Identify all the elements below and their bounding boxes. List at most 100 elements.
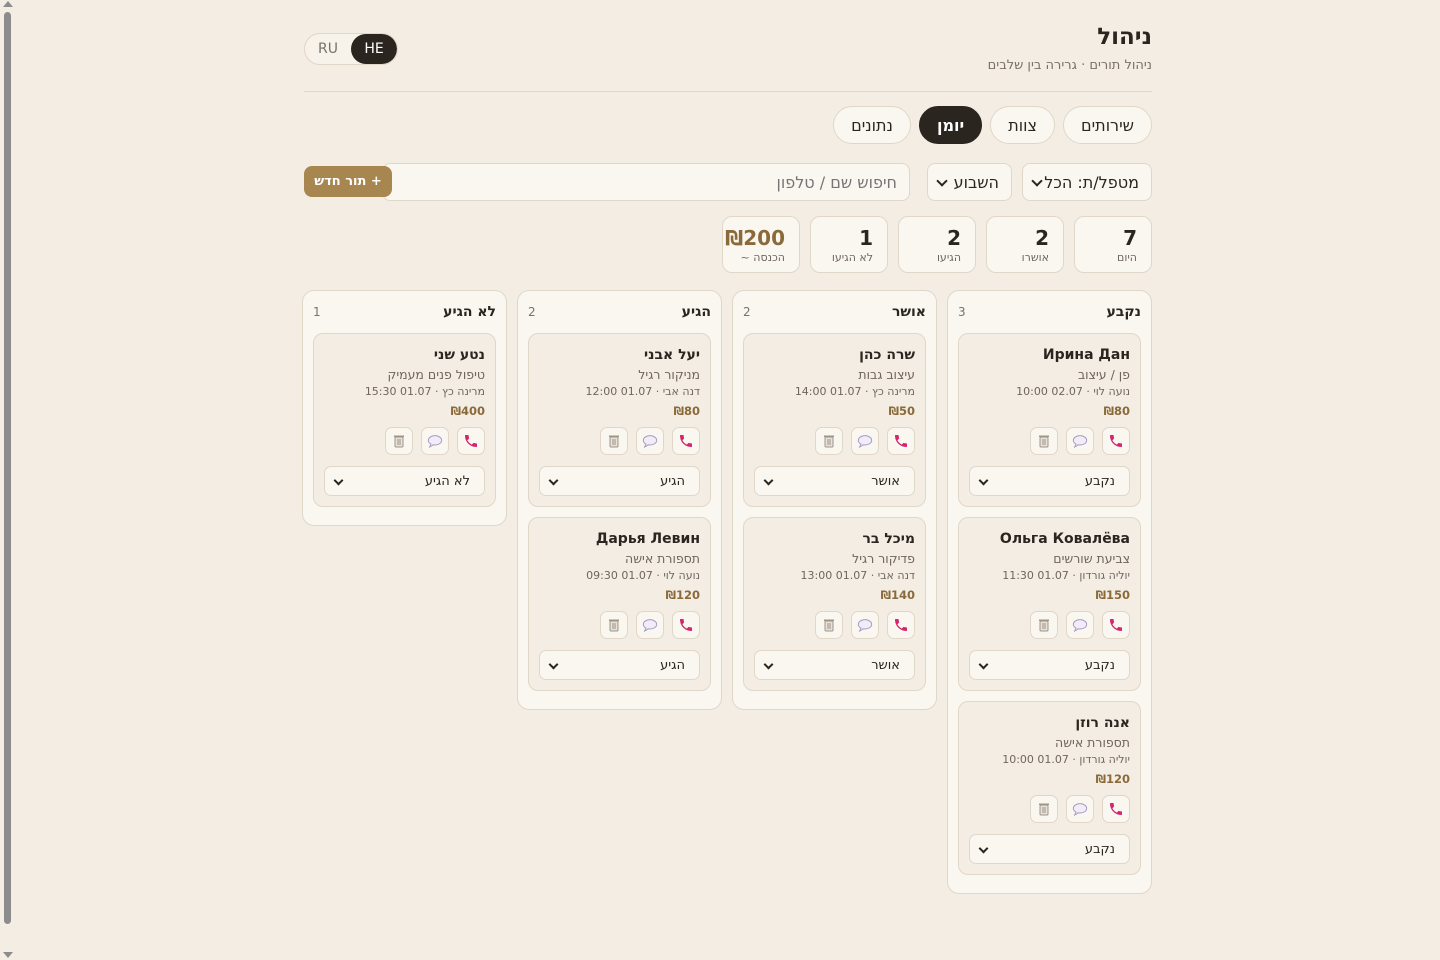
- phone-icon[interactable]: [887, 427, 915, 455]
- chat-bubble-icon[interactable]: [1066, 795, 1094, 823]
- trash-icon[interactable]: [1030, 427, 1058, 455]
- phone-icon[interactable]: [887, 611, 915, 639]
- trash-icon[interactable]: [815, 427, 843, 455]
- card-actions: [969, 611, 1130, 639]
- status-select[interactable]: נקבע: [969, 834, 1130, 864]
- page-scrollbar[interactable]: [0, 0, 16, 960]
- appointment-card[interactable]: Ольга Ковалёва צביעת שורשים יוליה גורדון ·…: [958, 517, 1141, 691]
- tab-calendar[interactable]: יומן: [918, 106, 983, 144]
- client-name: שרה כהן: [859, 347, 915, 363]
- chevron-down-icon: [548, 659, 559, 670]
- trash-icon[interactable]: [385, 427, 413, 455]
- client-name: נטע שני: [433, 347, 485, 363]
- scroll-up-arrow-icon[interactable]: [3, 1, 13, 7]
- phone-icon[interactable]: [1102, 795, 1130, 823]
- status-select[interactable]: לא הגיע: [324, 466, 485, 496]
- appointment-card[interactable]: אנה רוזן תספורת אישה יוליה גורדון · 01.07 …: [958, 701, 1141, 875]
- admin-panel: ניהול ניהול תורים · גרירה בין שלבים RU H…: [302, 0, 1152, 894]
- lang-option-ru[interactable]: RU: [305, 34, 351, 64]
- phone-icon[interactable]: [457, 427, 485, 455]
- stat-value: 1: [859, 226, 873, 250]
- card-actions: [539, 611, 700, 639]
- staff-filter-select[interactable]: מטפל/ת: הכל: [1022, 163, 1152, 201]
- stat-value: 2: [947, 226, 961, 250]
- stat-label: לא הגיעו: [831, 251, 873, 264]
- trash-icon[interactable]: [1030, 611, 1058, 639]
- appointment-card[interactable]: נטע שני טיפול פנים מעמיק מרינה כץ · 01.07 …: [313, 333, 496, 507]
- lang-option-he[interactable]: HE: [351, 34, 397, 64]
- status-value: הגיע: [660, 473, 685, 489]
- appointment-meta: מרינה כץ · 01.07 14:00: [794, 385, 915, 398]
- stat-value: 2: [1035, 226, 1049, 250]
- service-name: טיפול פנים מעמיק: [387, 367, 485, 382]
- status-value: נקבע: [1084, 473, 1115, 489]
- chevron-down-icon: [763, 475, 774, 486]
- scrollbar-thumb[interactable]: [4, 12, 11, 924]
- appointment-price: ₪150: [1095, 588, 1130, 602]
- appointment-price: ₪140: [880, 588, 915, 602]
- stat-value: ₪200: [725, 226, 785, 250]
- chevron-down-icon: [548, 475, 559, 486]
- tab-team[interactable]: צוות: [990, 106, 1055, 144]
- appointment-card[interactable]: מיכל בר פדיקור רגיל דנה אבי · 01.07 13:00 ₪…: [743, 517, 926, 691]
- column-count: 3: [958, 305, 966, 319]
- appointment-card[interactable]: Дарья Левин תספורת אישה נועה לוי · 01.07 0…: [528, 517, 711, 691]
- trash-icon[interactable]: [815, 611, 843, 639]
- appointment-price: ₪80: [673, 404, 700, 418]
- staff-filter-value: מטפל/ת: הכל: [1044, 172, 1139, 192]
- period-filter-value: השבוע: [953, 172, 999, 192]
- stat-confirmed: 2 אושרו: [986, 216, 1064, 273]
- appointment-meta: דנה אבי · 01.07 13:00: [800, 569, 915, 582]
- chat-bubble-icon[interactable]: [851, 611, 879, 639]
- appointment-card[interactable]: שרה כהן עיצוב גבות מרינה כץ · 01.07 14:00 ₪…: [743, 333, 926, 507]
- trash-icon[interactable]: [600, 427, 628, 455]
- tab-data[interactable]: נתונים: [833, 106, 911, 144]
- phone-icon[interactable]: [672, 427, 700, 455]
- stat-today: 7 היום: [1074, 216, 1152, 273]
- chat-bubble-icon[interactable]: [1066, 427, 1094, 455]
- service-name: עיצוב גבות: [858, 367, 915, 382]
- stat-arrived: 2 הגיעו: [898, 216, 976, 273]
- chat-bubble-icon[interactable]: [636, 611, 664, 639]
- chat-bubble-icon[interactable]: [1066, 611, 1094, 639]
- service-name: תספורת אישה: [625, 551, 700, 566]
- card-actions: [754, 611, 915, 639]
- service-name: צביעת שורשים: [1053, 551, 1130, 566]
- new-appointment-button[interactable]: + תור חדש: [304, 166, 392, 197]
- appointment-card[interactable]: Ирина Дан פן / עיצוב נועה לוי · 02.07 10:0…: [958, 333, 1141, 507]
- kanban-board: נקבע 3 Ирина Дан פן / עיצוב נועה לוי · 02.07…: [302, 290, 1152, 894]
- appointment-price: ₪400: [450, 404, 485, 418]
- status-select[interactable]: נקבע: [969, 466, 1130, 496]
- trash-icon[interactable]: [600, 611, 628, 639]
- card-actions: [324, 427, 485, 455]
- period-filter-select[interactable]: השבוע: [927, 163, 1012, 201]
- status-select[interactable]: הגיע: [539, 650, 700, 680]
- column-count: 2: [528, 305, 536, 319]
- phone-icon[interactable]: [672, 611, 700, 639]
- service-name: פדיקור רגיל: [852, 551, 915, 566]
- chat-bubble-icon[interactable]: [421, 427, 449, 455]
- appointment-meta: נועה לוי · 02.07 10:00: [1016, 385, 1130, 398]
- appointment-meta: יוליה גורדון · 01.07 10:00: [1002, 753, 1130, 766]
- trash-icon[interactable]: [1030, 795, 1058, 823]
- status-select[interactable]: אושר: [754, 466, 915, 496]
- status-value: אושר: [871, 473, 900, 489]
- client-name: יעל אבני: [644, 347, 700, 363]
- chevron-down-icon: [978, 659, 989, 670]
- appointment-price: ₪80: [1103, 404, 1130, 418]
- status-select[interactable]: נקבע: [969, 650, 1130, 680]
- chat-bubble-icon[interactable]: [851, 427, 879, 455]
- scroll-down-arrow-icon[interactable]: [3, 952, 13, 958]
- stat-label: הכנסה ~: [740, 251, 785, 264]
- phone-icon[interactable]: [1102, 427, 1130, 455]
- status-select[interactable]: הגיע: [539, 466, 700, 496]
- search-input[interactable]: [382, 163, 910, 201]
- appointment-card[interactable]: יעל אבני מניקור רגיל דנה אבי · 01.07 12:00…: [528, 333, 711, 507]
- tab-services[interactable]: שירותים: [1062, 106, 1152, 144]
- status-select[interactable]: אושר: [754, 650, 915, 680]
- column-title: לא הגיע: [443, 304, 496, 320]
- phone-icon[interactable]: [1102, 611, 1130, 639]
- appointment-price: ₪120: [665, 588, 700, 602]
- appointment-meta: מרינה כץ · 01.07 15:30: [364, 385, 485, 398]
- chat-bubble-icon[interactable]: [636, 427, 664, 455]
